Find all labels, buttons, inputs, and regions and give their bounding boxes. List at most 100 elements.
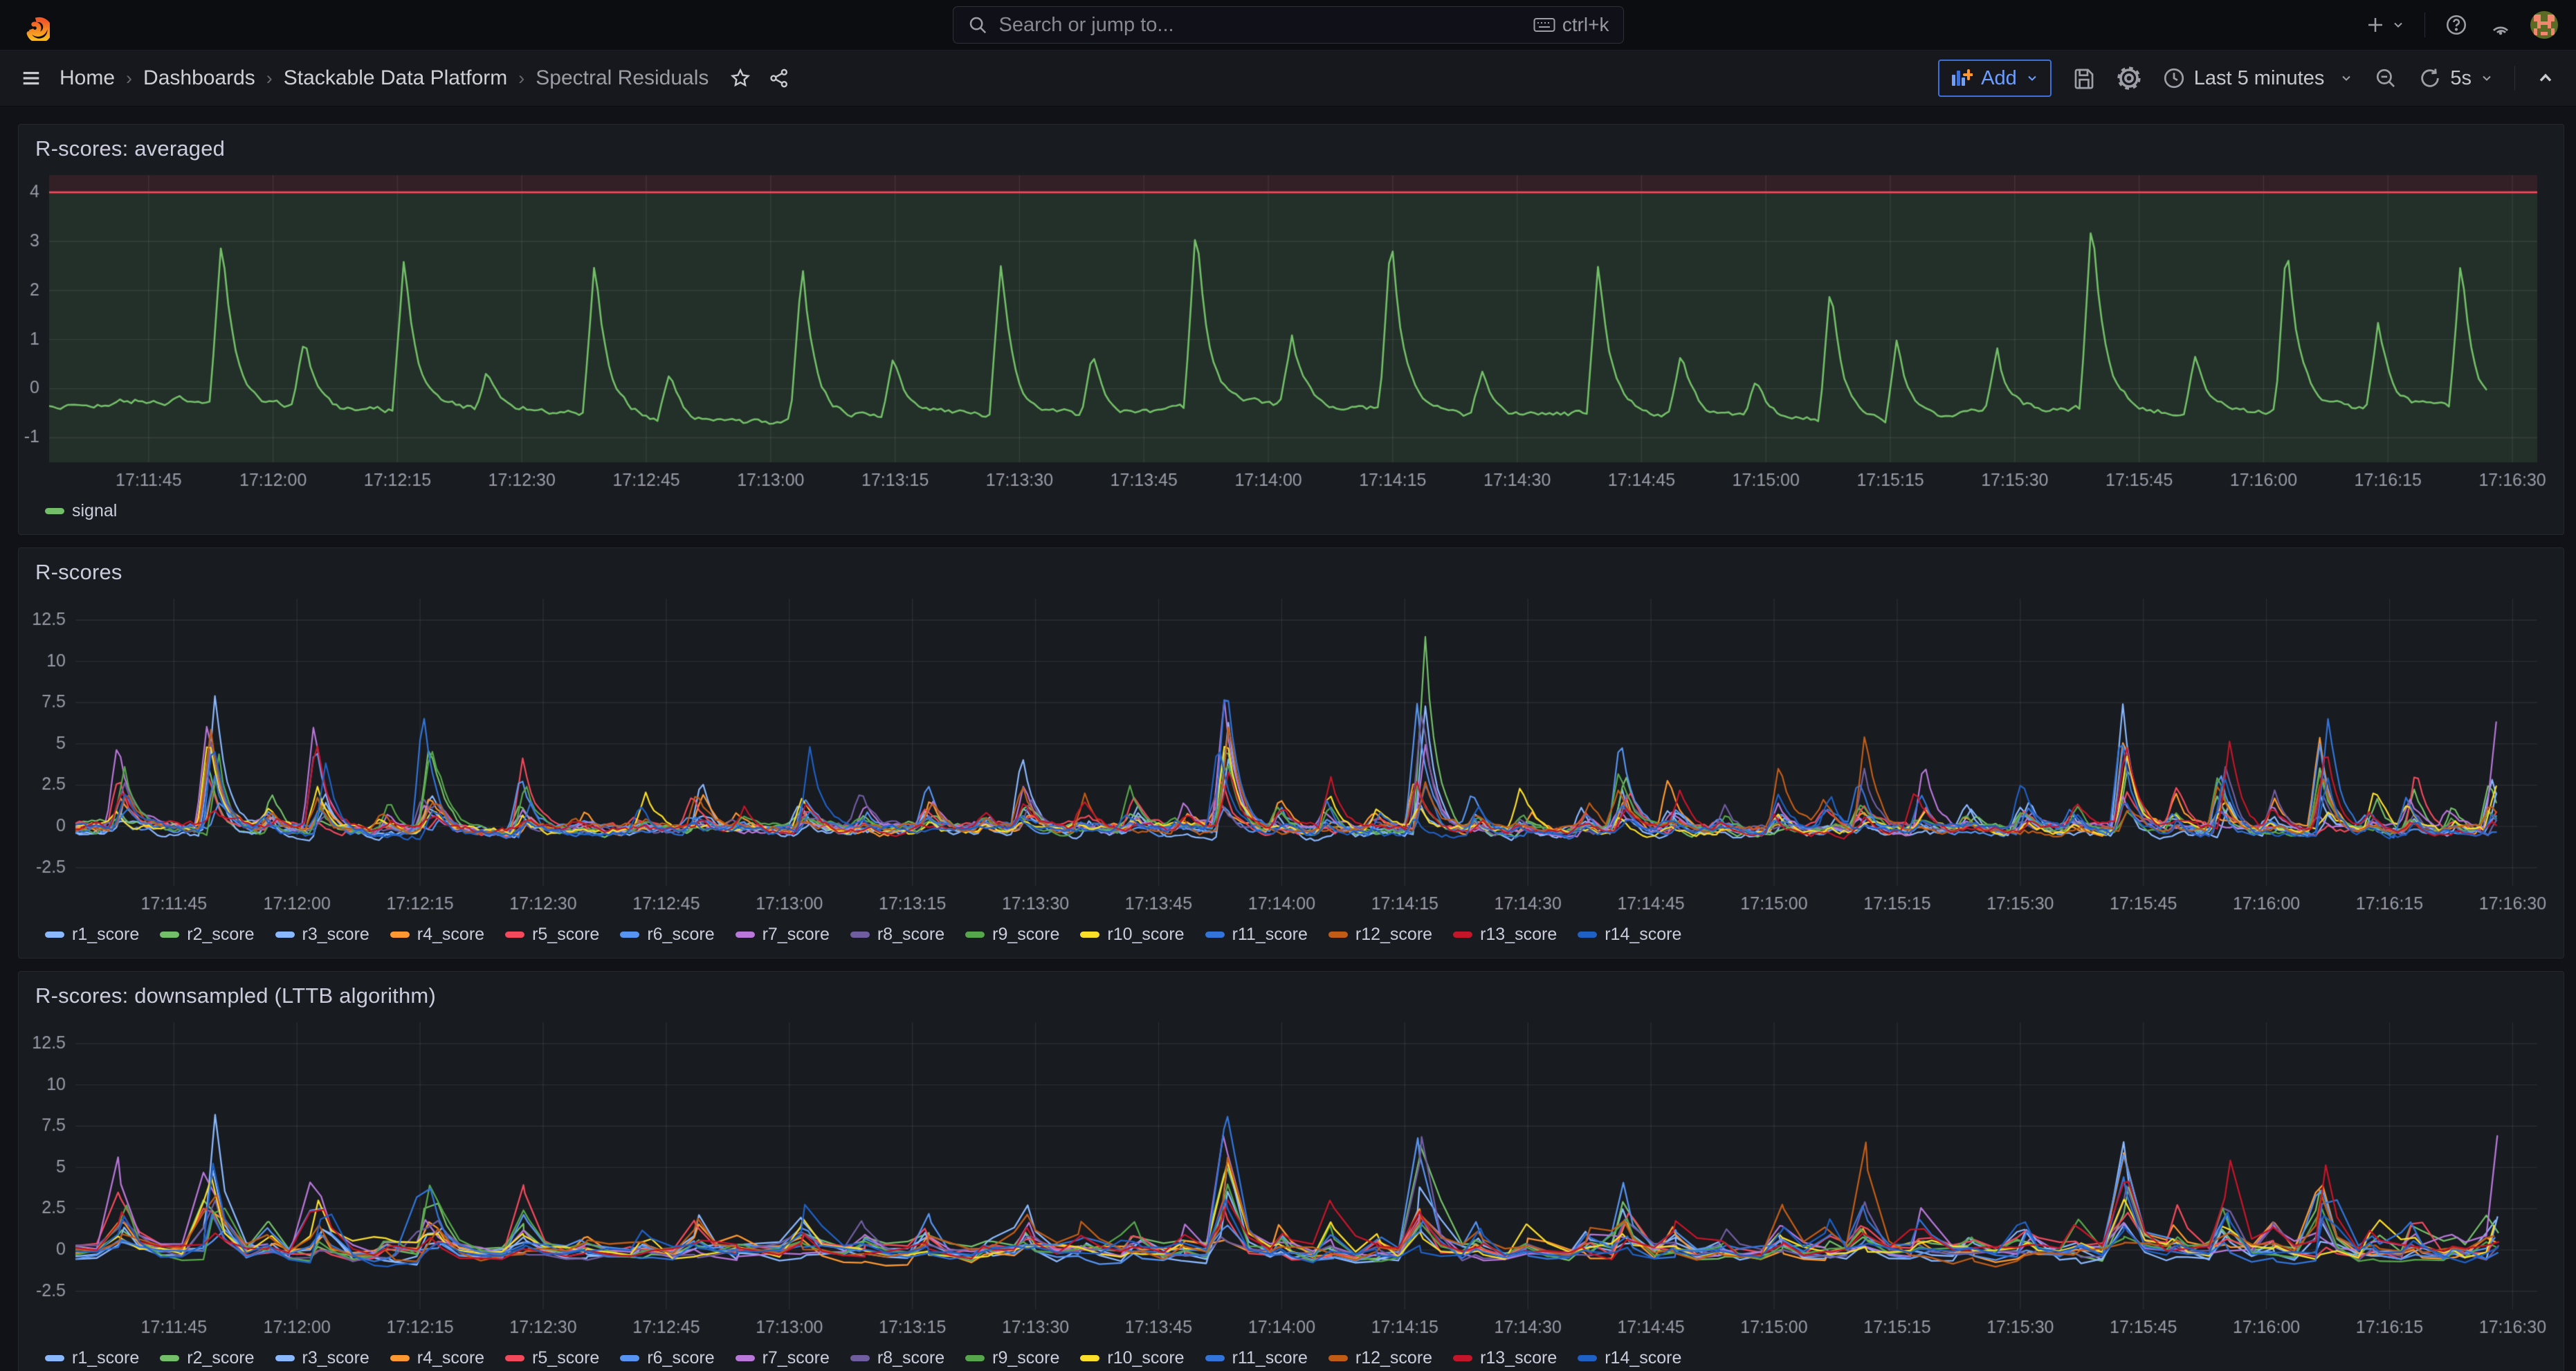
chevron-down-icon	[2339, 71, 2353, 85]
legend-series-label: r11_score	[1232, 925, 1308, 945]
legend-item[interactable]: r7_score	[736, 1348, 830, 1368]
legend-series-swatch	[1578, 932, 1597, 938]
legend-series-swatch	[160, 1355, 179, 1361]
new-button[interactable]	[2365, 15, 2405, 35]
rscores-chart[interactable]	[19, 593, 2564, 916]
legend-item[interactable]: r5_score	[505, 1348, 599, 1368]
legend-item[interactable]: signal	[45, 501, 117, 521]
help-icon	[2445, 13, 2468, 37]
legend-series-swatch	[1453, 1355, 1472, 1361]
legend-series-label: r6_score	[647, 1348, 714, 1368]
legend-item[interactable]: r2_score	[160, 925, 254, 945]
legend-item[interactable]: r9_score	[965, 1348, 1059, 1368]
legend-item[interactable]: r1_score	[45, 925, 139, 945]
legend-item[interactable]: r11_score	[1205, 925, 1308, 945]
breadcrumb-folder[interactable]: Stackable Data Platform	[284, 66, 507, 90]
legend-item[interactable]: r7_score	[736, 925, 830, 945]
hamburger-icon	[21, 68, 42, 89]
legend-series-swatch	[275, 932, 295, 938]
legend-series-swatch	[45, 932, 64, 938]
chevron-down-icon[interactable]	[2480, 71, 2494, 85]
legend-series-swatch	[850, 1355, 870, 1361]
legend-series-swatch	[390, 932, 410, 938]
search-input[interactable]: ctrl+k	[953, 6, 1624, 44]
legend-series-label: r1_score	[72, 1348, 139, 1368]
legend-item[interactable]: r14_score	[1578, 925, 1681, 945]
legend-series-swatch	[965, 932, 985, 938]
legend-series-swatch	[1080, 1355, 1099, 1361]
legend-item[interactable]: r13_score	[1453, 1348, 1557, 1368]
legend-item[interactable]: r6_score	[620, 1348, 714, 1368]
legend-item[interactable]: r3_score	[275, 1348, 369, 1368]
legend-series-label: r10_score	[1107, 925, 1184, 945]
breadcrumb-separator: ›	[266, 68, 273, 89]
search-field[interactable]	[998, 13, 1524, 37]
refresh-button[interactable]	[2418, 66, 2442, 90]
help-button[interactable]	[2445, 13, 2468, 37]
legend-series-label: r13_score	[1480, 1348, 1557, 1368]
breadcrumb-separator: ›	[126, 68, 132, 89]
legend-item[interactable]: r9_score	[965, 925, 1059, 945]
time-range-picker[interactable]: Last 5 minutes	[2162, 66, 2354, 90]
panel-title[interactable]: R-scores: downsampled (LTTB algorithm)	[35, 983, 436, 1008]
legend-series-label: r4_score	[417, 925, 484, 945]
save-dashboard-button[interactable]	[2072, 66, 2096, 90]
star-dashboard-button[interactable]	[729, 67, 751, 89]
legend-item[interactable]: r12_score	[1328, 925, 1432, 945]
menu-button[interactable]	[21, 68, 42, 89]
legend-series-swatch	[45, 1355, 64, 1361]
legend-series-swatch	[850, 932, 870, 938]
time-range-label: Last 5 minutes	[2194, 67, 2325, 90]
legend-item[interactable]: r8_score	[850, 925, 944, 945]
grafana-logo[interactable]	[18, 9, 50, 41]
add-panel-button[interactable]: Add	[1938, 60, 2052, 97]
panel-title[interactable]: R-scores	[35, 560, 122, 585]
share-dashboard-button[interactable]	[768, 67, 790, 89]
legend-series-label: r8_score	[877, 925, 944, 945]
legend-item[interactable]: r4_score	[390, 925, 484, 945]
legend-item[interactable]: r6_score	[620, 925, 714, 945]
legend-item[interactable]: r4_score	[390, 1348, 484, 1368]
legend-series-swatch	[620, 1355, 639, 1361]
legend-item[interactable]: r13_score	[1453, 925, 1557, 945]
dashboard-settings-button[interactable]	[2117, 66, 2141, 91]
user-avatar[interactable]	[2530, 11, 2558, 39]
clock-icon	[2162, 66, 2186, 90]
news-button[interactable]	[2487, 13, 2511, 37]
legend-series-swatch	[620, 932, 639, 938]
legend-item[interactable]: r2_score	[160, 1348, 254, 1368]
legend-item[interactable]: r3_score	[275, 925, 369, 945]
legend-series-swatch	[1080, 932, 1099, 938]
gear-icon	[2117, 66, 2141, 91]
breadcrumb-home[interactable]: Home	[60, 66, 115, 90]
legend-series-label: r6_score	[647, 925, 714, 945]
rscores-downsampled-chart[interactable]	[19, 1017, 2564, 1340]
legend-series-swatch	[45, 508, 64, 514]
breadcrumb: Home › Dashboards › Stackable Data Platf…	[60, 66, 709, 90]
legend-item[interactable]: r12_score	[1328, 1348, 1432, 1368]
chart-legend: r1_score r2_score r3_score r4_score r5_score…	[19, 1340, 2564, 1371]
legend-item[interactable]: r5_score	[505, 925, 599, 945]
panel-title[interactable]: R-scores: averaged	[35, 136, 225, 161]
legend-series-swatch	[390, 1355, 410, 1361]
legend-item[interactable]: r1_score	[45, 1348, 139, 1368]
legend-item[interactable]: r14_score	[1578, 1348, 1681, 1368]
legend-item[interactable]: r11_score	[1205, 1348, 1308, 1368]
legend-series-swatch	[965, 1355, 985, 1361]
zoom-out-button[interactable]	[2374, 66, 2397, 90]
breadcrumb-separator: ›	[518, 68, 524, 89]
breadcrumb-dashboards[interactable]: Dashboards	[143, 66, 255, 90]
legend-series-swatch	[505, 1355, 524, 1361]
rscores-averaged-chart[interactable]	[19, 170, 2564, 493]
legend-item[interactable]: r10_score	[1080, 925, 1184, 945]
legend-series-swatch	[1205, 932, 1225, 938]
chevron-down-icon	[2025, 71, 2039, 85]
refresh-interval-label[interactable]: 5s	[2450, 67, 2472, 90]
dashboard-toolbar: Home › Dashboards › Stackable Data Platf…	[0, 51, 2576, 107]
add-panel-icon	[1951, 68, 1973, 89]
legend-series-label: r2_score	[187, 925, 254, 945]
legend-series-label: r5_score	[532, 925, 599, 945]
collapse-topbar-button[interactable]	[2536, 69, 2555, 88]
legend-item[interactable]: r10_score	[1080, 1348, 1184, 1368]
legend-item[interactable]: r8_score	[850, 1348, 944, 1368]
